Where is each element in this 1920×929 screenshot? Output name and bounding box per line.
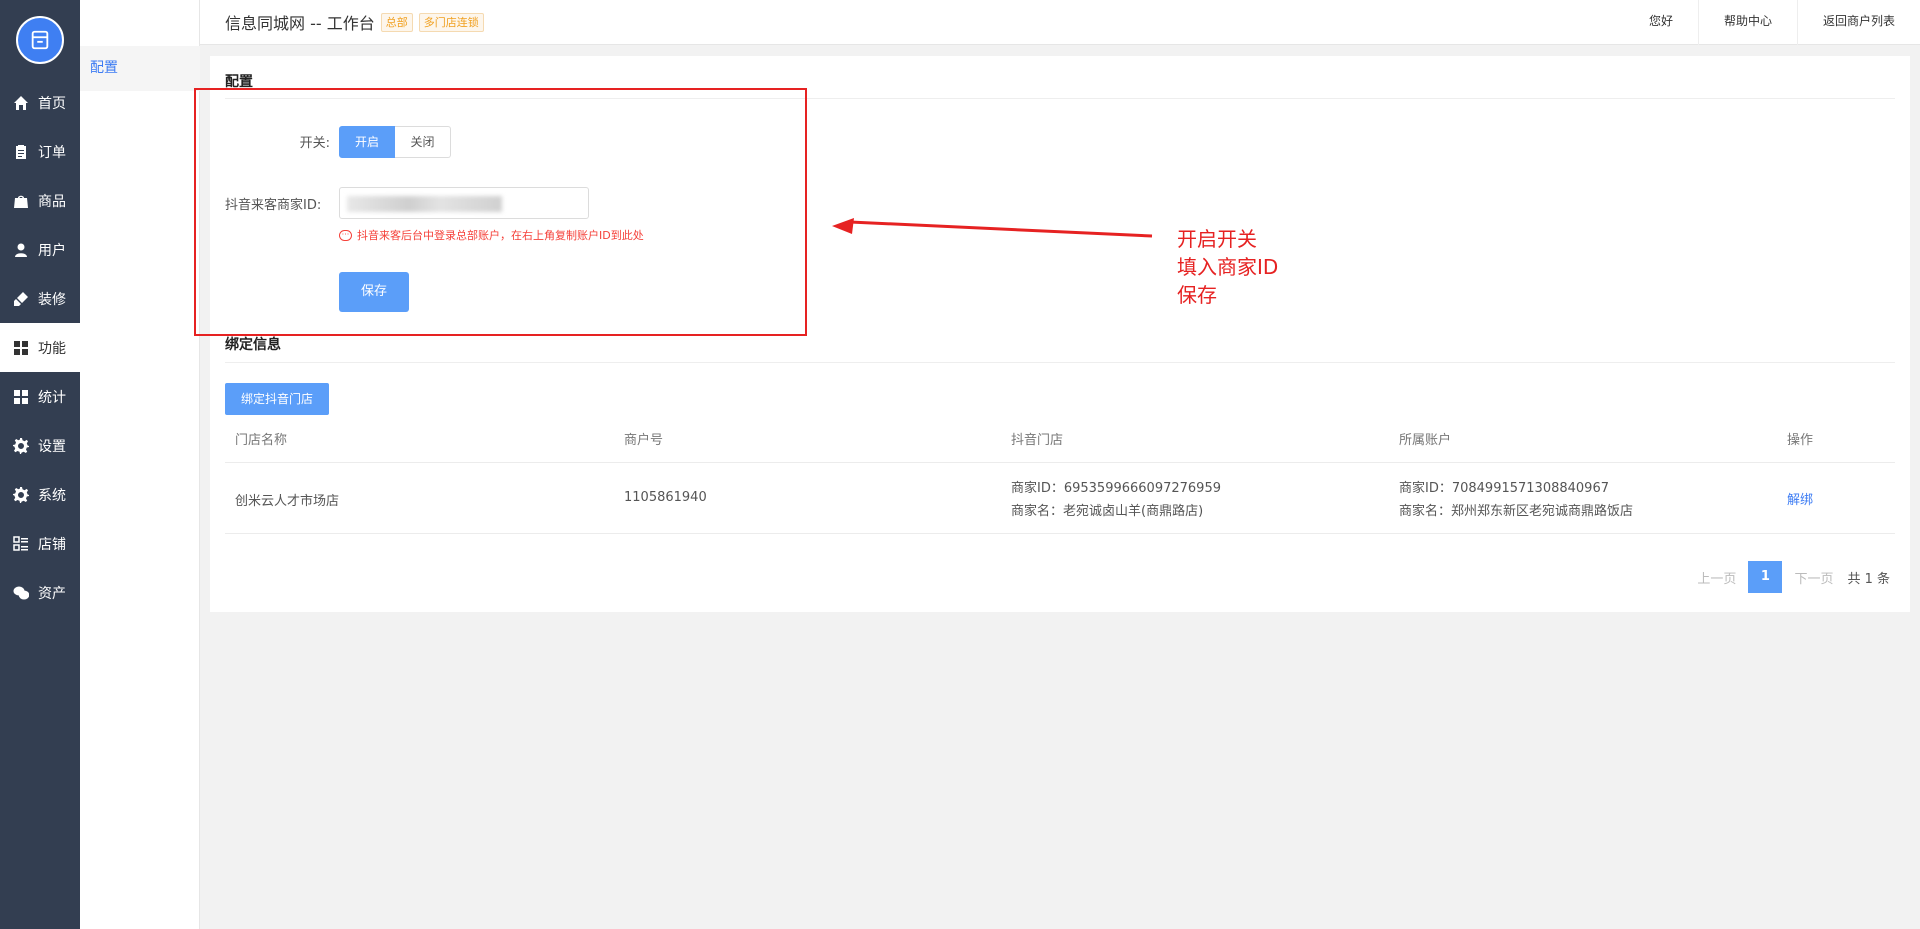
next-page-button[interactable]: 下一页 bbox=[1784, 568, 1843, 587]
col-header-action: 操作 bbox=[1787, 433, 1814, 448]
clipboard-icon bbox=[13, 144, 29, 160]
top-links: 您好 帮助中心 返回商户列表 bbox=[1624, 0, 1920, 45]
app-title: 信息同城网 -- 工作台 bbox=[225, 14, 375, 33]
help-center-link[interactable]: 帮助中心 bbox=[1697, 0, 1797, 45]
annotation-line: 开启开关 bbox=[1177, 227, 1257, 251]
col-header-store-name: 门店名称 bbox=[235, 433, 288, 448]
col-header-merchant-no: 商户号 bbox=[624, 433, 664, 448]
nav-item-assets[interactable]: 资产 bbox=[0, 568, 80, 617]
main-nav: 首页 订单 商品 用户 装修 功能 统计 设置 系统 店铺 资产 bbox=[0, 0, 80, 929]
chain-badge: 多门店连锁 bbox=[418, 12, 484, 32]
nav-item-label: 系统 bbox=[38, 487, 66, 504]
nav-item-users[interactable]: 用户 bbox=[0, 225, 80, 274]
user-icon bbox=[13, 242, 29, 258]
annotation-line: 保存 bbox=[1177, 283, 1217, 307]
gear-icon bbox=[13, 486, 29, 503]
nav-item-settings[interactable]: 设置 bbox=[0, 421, 80, 470]
brush-icon bbox=[13, 291, 29, 307]
douyin-name-cell: 商家名：老宛诚卤山羊(商鼎路店) bbox=[1011, 504, 1204, 519]
nav-item-label: 设置 bbox=[38, 438, 66, 455]
nav-item-label: 用户 bbox=[38, 242, 66, 259]
nav-item-home[interactable]: 首页 bbox=[0, 78, 80, 127]
hq-badge: 总部 bbox=[380, 12, 413, 32]
nav-item-label: 装修 bbox=[38, 291, 66, 308]
unbind-link[interactable]: 解绑 bbox=[1787, 489, 1813, 508]
greeting-link[interactable]: 您好 bbox=[1624, 0, 1698, 45]
home-icon bbox=[13, 95, 29, 111]
current-page[interactable]: 1 bbox=[1748, 561, 1783, 593]
prev-page-button[interactable]: 上一页 bbox=[1687, 568, 1746, 587]
annotation-arrow-icon bbox=[832, 218, 1153, 238]
nav-item-system[interactable]: 系统 bbox=[0, 470, 80, 519]
nav-item-products[interactable]: 商品 bbox=[0, 176, 80, 225]
annotation-highlight-box bbox=[194, 88, 807, 336]
top-bar: 信息同城网 -- 工作台 总部 多门店连锁 您好 帮助中心 返回商户列表 bbox=[200, 0, 1920, 45]
divider bbox=[225, 533, 1895, 534]
grid-icon bbox=[13, 389, 29, 405]
pagination: 上一页 1 下一页 共 1 条 bbox=[1687, 561, 1890, 593]
account-id-cell: 商家ID：7084991571308840967 bbox=[1399, 481, 1609, 496]
merchant-no-cell: 1105861940 bbox=[624, 490, 707, 505]
gear-icon bbox=[13, 437, 29, 454]
divider bbox=[225, 462, 1895, 463]
grid-icon bbox=[13, 340, 29, 356]
store-name-cell: 创米云人才市场店 bbox=[235, 494, 340, 509]
subnav-item-config[interactable]: 配置 bbox=[80, 46, 200, 91]
nav-item-label: 商品 bbox=[38, 193, 66, 210]
nav-item-features[interactable]: 功能 bbox=[0, 323, 80, 372]
nav-item-decoration[interactable]: 装修 bbox=[0, 274, 80, 323]
annotation-text: 开启开关 填入商家ID 保存 bbox=[1177, 225, 1278, 309]
store-logo-icon[interactable] bbox=[16, 16, 64, 64]
nav-item-label: 统计 bbox=[38, 389, 66, 406]
nav-item-label: 资产 bbox=[38, 585, 66, 602]
nav-item-label: 功能 bbox=[38, 340, 66, 357]
col-header-douyin-store: 抖音门店 bbox=[1011, 433, 1064, 448]
nav-item-label: 首页 bbox=[38, 95, 66, 112]
nav-item-orders[interactable]: 订单 bbox=[0, 127, 80, 176]
bag-icon bbox=[13, 193, 29, 209]
annotation-line: 填入商家ID bbox=[1177, 255, 1279, 279]
divider bbox=[225, 362, 1895, 363]
nav-item-stats[interactable]: 统计 bbox=[0, 372, 80, 421]
douyin-id-cell: 商家ID：6953599666097276959 bbox=[1011, 481, 1221, 496]
account-name-cell: 商家名：郑州郑东新区老宛诚商鼎路饭店 bbox=[1399, 504, 1634, 519]
list-icon bbox=[13, 535, 29, 552]
nav-item-label: 订单 bbox=[38, 144, 66, 161]
nav-item-store[interactable]: 店铺 bbox=[0, 519, 80, 568]
back-to-merchants-link[interactable]: 返回商户列表 bbox=[1796, 0, 1920, 45]
wechat-icon bbox=[13, 585, 29, 601]
total-count: 共 1 条 bbox=[1847, 571, 1890, 587]
bind-section-title: 绑定信息 bbox=[225, 337, 281, 353]
col-header-account: 所属账户 bbox=[1399, 433, 1452, 448]
sub-nav: 配置 bbox=[80, 0, 200, 929]
bind-douyin-store-button[interactable]: 绑定抖音门店 bbox=[225, 383, 329, 415]
nav-item-label: 店铺 bbox=[38, 536, 66, 553]
